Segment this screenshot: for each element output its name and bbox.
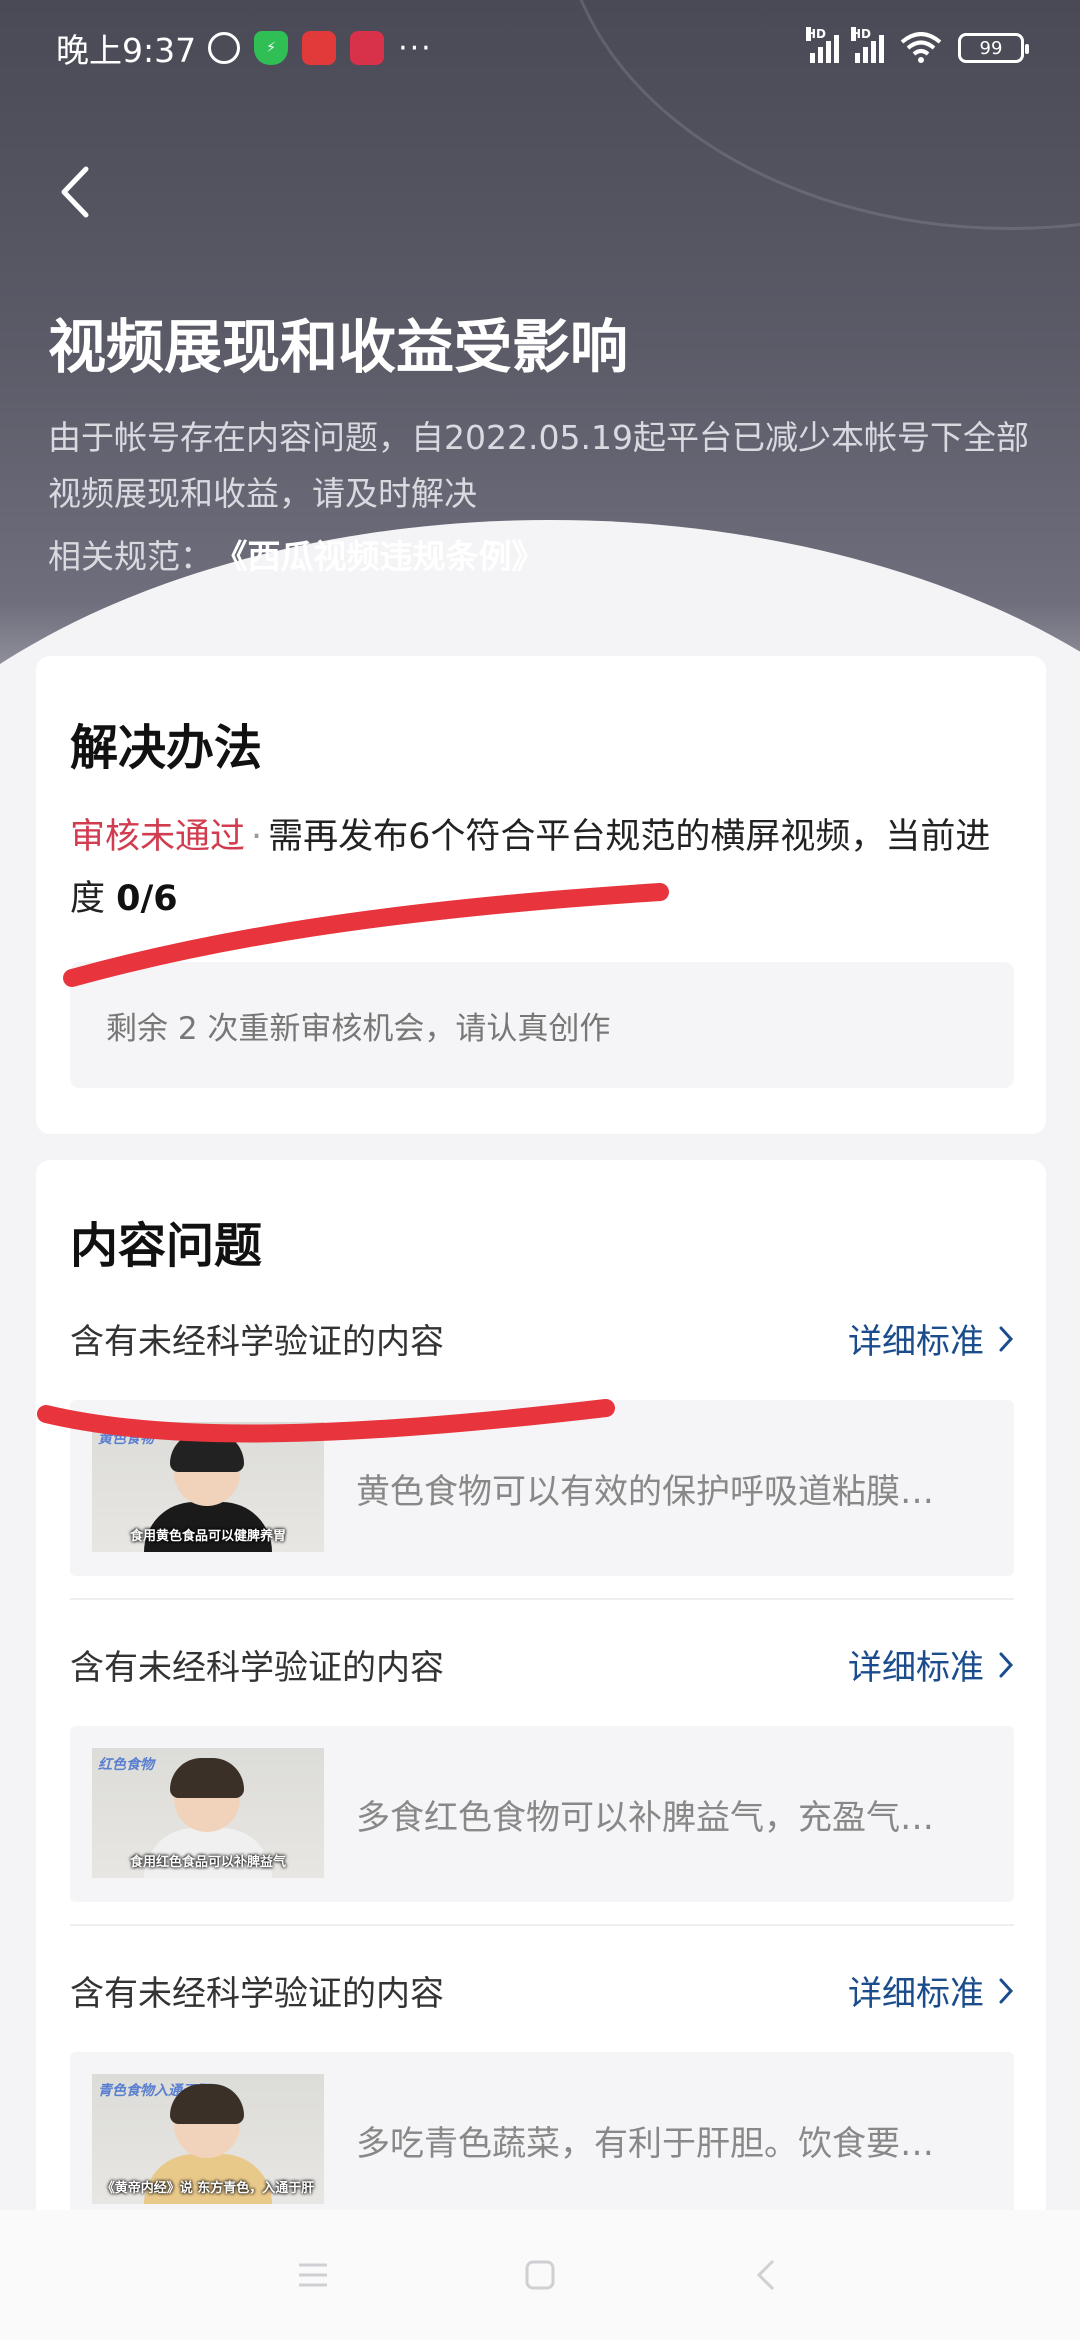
thumbnail-tag: 红色食物: [98, 1757, 154, 1773]
status-right-icons: HD HD 99: [806, 27, 1029, 64]
system-nav-bar: [0, 2210, 1080, 2340]
video-item[interactable]: 黄色食物 食用黄色食品可以健脾养胃 黄色食物可以有效的保护呼吸道粘膜…: [70, 1400, 1014, 1576]
back-nav-button[interactable]: [737, 2245, 797, 2305]
detail-standard-label: 详细标准: [848, 1648, 984, 1688]
detail-standard-link[interactable]: 详细标准: [848, 1314, 1014, 1363]
menu-icon: [299, 2263, 328, 2287]
notification-icons: ⚡ ···: [208, 31, 433, 66]
detail-standard-label: 详细标准: [848, 1974, 984, 2014]
video-title: 多吃青色蔬菜，有利于肝胆。饮食要…: [356, 2123, 934, 2164]
thumbnail-caption: 《黄帝内经》说 东方青色，入通于肝: [101, 2181, 315, 2196]
rule-link[interactable]: 《西瓜视频违规条例》: [231, 537, 545, 576]
solution-description: 审核未通过 · 需再发布6个符合平台规范的横屏视频，当前进度 0/6: [70, 806, 1020, 930]
video-thumbnail: 黄色食物 食用黄色食品可以健脾养胃: [92, 1422, 324, 1552]
solution-card: 解决办法 审核未通过 · 需再发布6个符合平台规范的横屏视频，当前进度 0/6 剩余…: [36, 656, 1046, 1134]
video-title: 黄色食物可以有效的保护呼吸道粘膜…: [356, 1471, 934, 1512]
back-icon: [756, 2259, 774, 2291]
video-item[interactable]: 青色食物入通于肝 《黄帝内经》说 东方青色，入通于肝 多吃青色蔬菜，有利于肝胆。…: [70, 2052, 1014, 2228]
battery-level: 99: [979, 37, 1003, 59]
chevron-right-icon: [999, 1978, 1014, 2003]
menu-nav-button[interactable]: [283, 2245, 343, 2305]
battery-icon: 99: [958, 33, 1029, 63]
retry-tip: 剩余 2 次重新审核机会，请认真创作: [70, 962, 1014, 1088]
thumbnail-caption: 食用黄色食品可以健脾养胃: [129, 1529, 286, 1544]
detail-standard-link[interactable]: 详细标准: [848, 1966, 1014, 2015]
chevron-right-icon: [999, 1326, 1014, 1351]
signal-icon-2: HD: [851, 27, 884, 63]
chevron-left-icon: [61, 166, 89, 218]
page-title: 视频展现和收益受影响: [48, 313, 629, 381]
progress-value: 0/6: [116, 879, 178, 919]
app-notification-icon: [350, 31, 385, 65]
alarm-icon: [208, 32, 241, 64]
issues-title: 内容问题: [70, 1218, 263, 1274]
detail-standard-label: 详细标准: [848, 1322, 984, 1362]
thumbnail-tag: 黄色食物: [98, 1431, 154, 1447]
status-bar: 晚上9:37 ⚡ ··· HD HD 99: [0, 0, 1080, 96]
status-time: 晚上9:37: [56, 31, 197, 70]
toutiao-app-icon: [302, 31, 337, 65]
review-status: 审核未通过: [70, 817, 246, 857]
issue-item: 含有未经科学验证的内容 详细标准 红色食物 食用红色食品可以补脾益气 多食红色食…: [70, 1634, 1014, 1902]
related-rules: 相关规范： 《西瓜视频违规条例》: [48, 530, 545, 578]
retry-tip-text: 剩余 2 次重新审核机会，请认真创作: [106, 1010, 611, 1047]
more-notifications-icon: ···: [398, 30, 433, 66]
shield-icon: ⚡: [254, 31, 289, 65]
divider: [70, 1924, 1014, 1926]
hd-label: HD: [851, 27, 872, 41]
separator: ·: [251, 817, 263, 857]
hd-label: HD: [806, 27, 827, 41]
home-nav-button[interactable]: [510, 2245, 570, 2305]
issue-item: 含有未经科学验证的内容 详细标准 青色食物入通于肝 《黄帝内经》说 东方青色，入…: [70, 1960, 1014, 2228]
back-button[interactable]: [50, 162, 100, 222]
issues-card: 内容问题 含有未经科学验证的内容 详细标准 黄色食物 食用黄色食品可以健脾养胃 …: [36, 1160, 1046, 2228]
signal-icon-1: HD: [806, 27, 839, 63]
thumbnail-caption: 食用红色食品可以补脾益气: [129, 1855, 286, 1870]
issue-label: 含有未经科学验证的内容: [70, 1322, 444, 1362]
video-title: 多食红色食物可以补脾益气，充盈气…: [356, 1797, 934, 1838]
divider: [70, 1598, 1014, 1600]
detail-standard-link[interactable]: 详细标准: [848, 1640, 1014, 1689]
chevron-right-icon: [999, 1652, 1014, 1677]
issue-item: 含有未经科学验证的内容 详细标准 黄色食物 食用黄色食品可以健脾养胃 黄色食物可…: [70, 1308, 1014, 1576]
solution-title: 解决办法: [70, 720, 263, 776]
video-thumbnail: 红色食物 食用红色食品可以补脾益气: [92, 1748, 324, 1878]
home-icon: [525, 2260, 555, 2290]
page-description: 由于帐号存在内容问题，自2022.05.19起平台已减少本帐号下全部视频展现和收…: [48, 418, 1029, 513]
rule-prefix: 相关规范：: [48, 537, 213, 576]
video-item[interactable]: 红色食物 食用红色食品可以补脾益气 多食红色食物可以补脾益气，充盈气…: [70, 1726, 1014, 1902]
issue-label: 含有未经科学验证的内容: [70, 1974, 444, 2014]
issue-label: 含有未经科学验证的内容: [70, 1648, 444, 1688]
video-thumbnail: 青色食物入通于肝 《黄帝内经》说 东方青色，入通于肝: [92, 2074, 324, 2204]
wifi-icon: [900, 32, 942, 63]
